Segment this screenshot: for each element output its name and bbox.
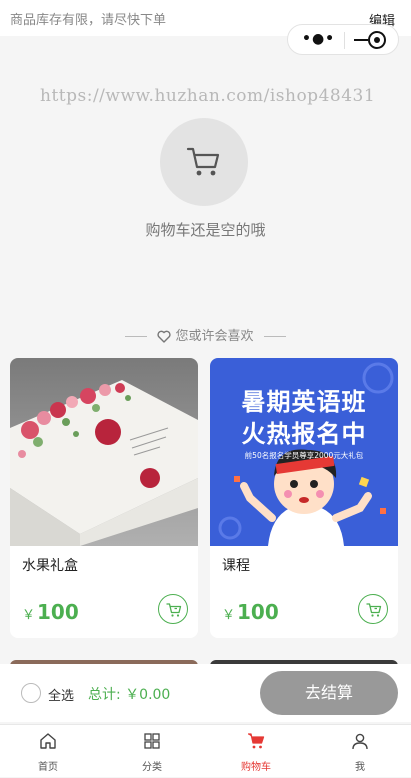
close-icon[interactable] bbox=[368, 31, 386, 49]
cart-icon bbox=[366, 603, 382, 617]
product-card[interactable]: 暑期英语班 火热报名中 前50名报名学员尊享2000元大礼包 课程 ￥ 100 bbox=[210, 358, 398, 638]
capsule-divider bbox=[344, 32, 345, 49]
minimize-icon[interactable] bbox=[354, 39, 368, 41]
product-price: ￥ 100 bbox=[222, 600, 279, 624]
divider-line bbox=[125, 336, 148, 337]
watermark: https://www.huzhan.com/ishop48431 bbox=[40, 86, 376, 106]
add-to-cart-button[interactable] bbox=[158, 594, 188, 624]
select-all-checkbox[interactable] bbox=[21, 683, 41, 703]
tab-label: 分类 bbox=[142, 762, 162, 773]
poster-subtitle: 前50名报名学员尊享2000元大礼包 bbox=[244, 451, 364, 460]
product-name: 课程 bbox=[222, 558, 250, 574]
tab-cart[interactable]: 购物车 bbox=[216, 725, 296, 778]
recommend-heading: 您或许会喜欢 bbox=[0, 325, 411, 344]
mini-program-capsule: •●• bbox=[287, 24, 399, 55]
heart-icon bbox=[157, 330, 172, 343]
stock-notice: 商品库存有限，请尽快下单 bbox=[10, 13, 167, 28]
divider-line bbox=[263, 336, 286, 337]
cart-icon bbox=[248, 733, 265, 749]
checkout-button[interactable]: 去结算 bbox=[260, 671, 398, 715]
tab-label: 首页 bbox=[38, 762, 58, 773]
empty-cart-illustration bbox=[160, 118, 248, 206]
tab-label: 我 bbox=[355, 762, 365, 773]
empty-cart-message: 购物车还是空的哦 bbox=[145, 221, 266, 239]
tab-bar: 首页 分类 购物车 我 bbox=[0, 724, 411, 777]
gift-box-photo bbox=[10, 358, 198, 546]
product-name: 水果礼盒 bbox=[22, 558, 78, 574]
category-icon bbox=[144, 733, 160, 749]
tab-category[interactable]: 分类 bbox=[112, 725, 192, 778]
course-poster: 暑期英语班 火热报名中 前50名报名学员尊享2000元大礼包 bbox=[210, 358, 398, 546]
cart-icon bbox=[186, 147, 220, 176]
product-card[interactable]: 水果礼盒 ￥ 100 bbox=[10, 358, 198, 638]
add-to-cart-button[interactable] bbox=[358, 594, 388, 624]
home-icon bbox=[40, 733, 56, 749]
user-icon bbox=[352, 733, 368, 750]
tab-label: 购物车 bbox=[241, 762, 271, 773]
recommend-title: 您或许会喜欢 bbox=[175, 329, 254, 344]
cart-icon bbox=[166, 603, 182, 617]
select-all-label[interactable]: 全选 bbox=[48, 685, 74, 704]
more-icon[interactable]: •●• bbox=[302, 32, 335, 46]
poster-headline-2: 火热报名中 bbox=[241, 420, 367, 448]
tab-me[interactable]: 我 bbox=[320, 725, 400, 778]
poster-headline-1: 暑期英语班 bbox=[241, 388, 367, 416]
tab-home[interactable]: 首页 bbox=[8, 725, 88, 778]
total-amount: 总计: ￥0.00 bbox=[88, 687, 171, 703]
product-price: ￥ 100 bbox=[22, 600, 79, 624]
checkout-bar: 全选 总计: ￥0.00 去结算 bbox=[0, 664, 411, 722]
